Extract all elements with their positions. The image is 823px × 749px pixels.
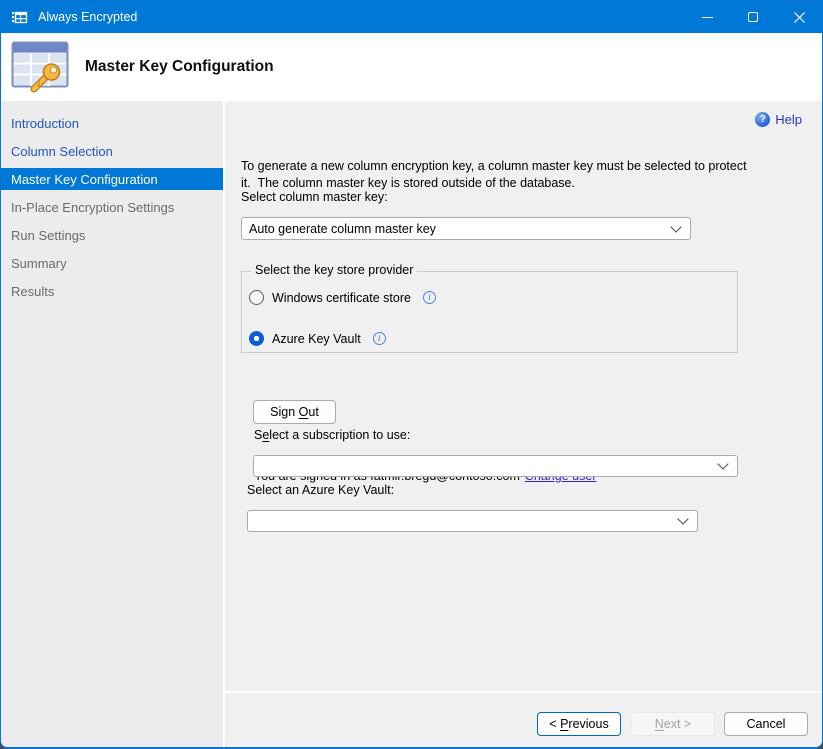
sidebar-item-summary[interactable]: Summary — [1, 249, 223, 277]
help-label: Help — [775, 112, 802, 127]
wizard-header: Master Key Configuration — [1, 33, 822, 101]
page-description: To generate a new column encryption key,… — [241, 158, 816, 191]
radio-label[interactable]: Azure Key Vault — [272, 332, 361, 346]
footer-divider — [225, 691, 822, 693]
radio-azure-key-vault[interactable] — [249, 331, 264, 346]
chevron-down-icon — [717, 458, 728, 469]
maximize-button[interactable] — [730, 1, 776, 33]
close-icon — [794, 12, 805, 23]
sidebar-item-column-selection[interactable]: Column Selection — [1, 137, 223, 165]
info-icon[interactable]: i — [373, 332, 386, 345]
radio-label[interactable]: Windows certificate store — [272, 291, 411, 305]
help-link[interactable]: ? Help — [755, 112, 802, 127]
info-icon[interactable]: i — [423, 291, 436, 304]
sidebar-item-run-settings[interactable]: Run Settings — [1, 221, 223, 249]
maximize-icon — [748, 12, 758, 22]
sidebar-item-introduction[interactable]: Introduction — [1, 109, 223, 137]
close-button[interactable] — [776, 1, 822, 33]
master-key-dropdown-value: Auto generate column master key — [249, 222, 436, 236]
always-encrypted-dialog: Always Encrypted — [0, 0, 823, 749]
wizard-steps-sidebar: Introduction Column Selection Master Key… — [1, 101, 223, 747]
window-title: Always Encrypted — [38, 1, 137, 33]
master-key-dropdown[interactable]: Auto generate column master key — [241, 217, 691, 240]
next-button[interactable]: Next > — [631, 712, 715, 736]
previous-button[interactable]: < Previous — [537, 712, 621, 736]
windows-certificate-store-option[interactable]: Windows certificate store i — [249, 290, 436, 305]
master-key-configuration-page: ? Help To generate a new column encrypti… — [225, 101, 822, 747]
sidebar-item-master-key-configuration[interactable]: Master Key Configuration — [1, 165, 223, 193]
azure-key-vault-option[interactable]: Azure Key Vault i — [249, 331, 386, 346]
cancel-button[interactable]: Cancel — [724, 712, 808, 736]
key-vault-label: Select an Azure Key Vault: — [247, 483, 394, 497]
table-with-gold-key-icon — [11, 41, 69, 93]
title-bar[interactable]: Always Encrypted — [1, 1, 822, 33]
chevron-down-icon — [677, 513, 688, 524]
sidebar-item-in-place-encryption-settings[interactable]: In-Place Encryption Settings — [1, 193, 223, 221]
minimize-button[interactable] — [684, 1, 730, 33]
radio-windows-certificate-store[interactable] — [249, 290, 264, 305]
chevron-down-icon — [670, 221, 681, 232]
key-vault-dropdown[interactable] — [247, 510, 698, 532]
master-key-label: Select column master key: — [241, 190, 388, 204]
sidebar-item-results[interactable]: Results — [1, 277, 223, 305]
page-title: Master Key Configuration — [85, 33, 274, 101]
key-store-provider-legend: Select the key store provider — [251, 263, 417, 277]
key-store-provider-group: Select the key store provider Windows ce… — [241, 271, 738, 353]
subscription-label: Select a subscription to use: — [254, 428, 410, 442]
app-table-key-icon — [11, 9, 28, 26]
subscription-dropdown[interactable] — [253, 455, 738, 477]
minimize-icon — [702, 17, 713, 18]
sign-out-button[interactable]: Sign Out — [253, 400, 336, 424]
help-icon: ? — [755, 112, 770, 127]
